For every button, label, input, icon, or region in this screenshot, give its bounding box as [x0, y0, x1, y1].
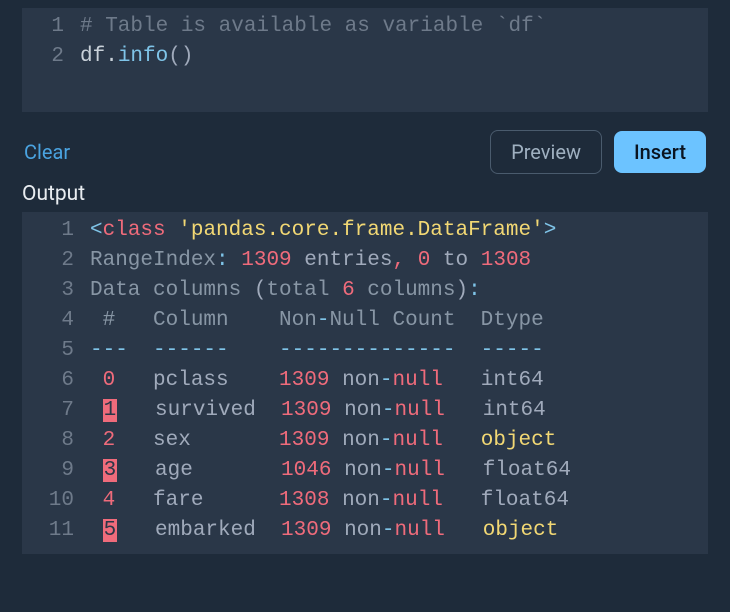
line-number: 3: [22, 276, 90, 306]
line-number: 1: [22, 12, 80, 42]
output-line: 4 # Column Non-Null Count Dtype: [22, 306, 708, 336]
line-number: 8: [22, 426, 90, 456]
output-content: 0 pclass 1309 non-null int64: [90, 366, 708, 396]
code-line[interactable]: 2df.info(): [22, 42, 708, 72]
output-content: Data columns (total 6 columns):: [90, 276, 708, 306]
output-label: Output: [0, 180, 730, 206]
output-content: 1 survived 1309 non-null int64: [90, 396, 708, 426]
output-content: RangeIndex: 1309 entries, 0 to 1308: [90, 246, 708, 276]
code-content[interactable]: # Table is available as variable `df`: [80, 12, 708, 42]
line-number: 5: [22, 336, 90, 366]
output-line: 6 0 pclass 1309 non-null int64: [22, 366, 708, 396]
output-content: 5 embarked 1309 non-null object: [90, 516, 708, 546]
output-line: 7 1 survived 1309 non-null int64: [22, 396, 708, 426]
output-line: 5--- ------ -------------- -----: [22, 336, 708, 366]
output-content: # Column Non-Null Count Dtype: [90, 306, 708, 336]
output-line: 11 5 embarked 1309 non-null object: [22, 516, 708, 546]
line-number: 4: [22, 306, 90, 336]
output-content: 3 age 1046 non-null float64: [90, 456, 708, 486]
output-line: 8 2 sex 1309 non-null object: [22, 426, 708, 456]
output-content: 2 sex 1309 non-null object: [90, 426, 708, 456]
output-block: 1<class 'pandas.core.frame.DataFrame'>2R…: [22, 212, 708, 554]
line-number: 1: [22, 216, 90, 246]
output-content: --- ------ -------------- -----: [90, 336, 708, 366]
preview-button[interactable]: Preview: [490, 130, 602, 174]
output-line: 3Data columns (total 6 columns):: [22, 276, 708, 306]
line-number: 2: [22, 246, 90, 276]
code-editor[interactable]: 1# Table is available as variable `df`2d…: [22, 8, 708, 112]
output-line: 9 3 age 1046 non-null float64: [22, 456, 708, 486]
line-number: 10: [22, 486, 90, 516]
line-number: 6: [22, 366, 90, 396]
code-content[interactable]: df.info(): [80, 42, 708, 72]
code-line[interactable]: 1# Table is available as variable `df`: [22, 12, 708, 42]
clear-link[interactable]: Clear: [24, 140, 70, 164]
line-number: 7: [22, 396, 90, 426]
output-line: 10 4 fare 1308 non-null float64: [22, 486, 708, 516]
line-number: 2: [22, 42, 80, 72]
insert-button[interactable]: Insert: [614, 131, 706, 173]
toolbar: Clear Preview Insert: [0, 112, 730, 180]
output-content: <class 'pandas.core.frame.DataFrame'>: [90, 216, 708, 246]
output-content: 4 fare 1308 non-null float64: [90, 486, 708, 516]
line-number: 9: [22, 456, 90, 486]
output-line: 2RangeIndex: 1309 entries, 0 to 1308: [22, 246, 708, 276]
line-number: 11: [22, 516, 90, 546]
output-line: 1<class 'pandas.core.frame.DataFrame'>: [22, 216, 708, 246]
